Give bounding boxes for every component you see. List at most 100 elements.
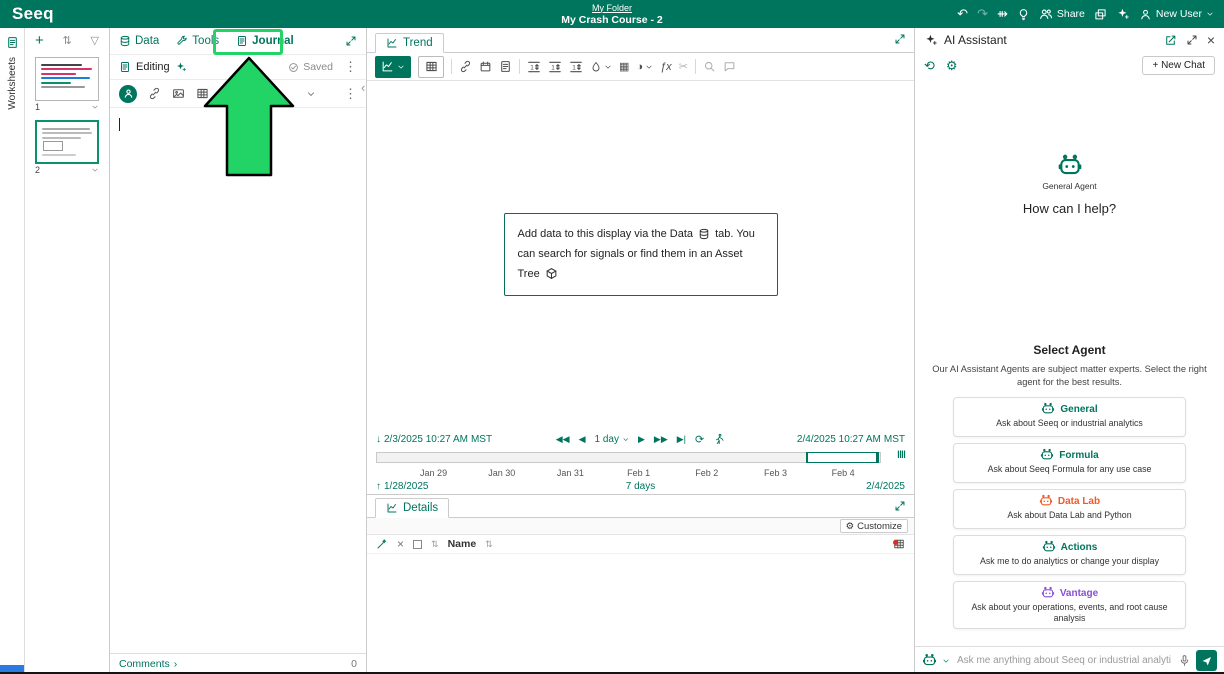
close-ai-icon[interactable]: × (1207, 32, 1215, 48)
refresh-icon[interactable]: ⟳ (695, 433, 704, 446)
remove-item-icon[interactable]: × (397, 537, 404, 551)
lightbulb-icon[interactable] (1017, 8, 1030, 21)
export-icon[interactable] (499, 60, 512, 73)
toolbar-overflow-icon[interactable]: ⋮ (344, 89, 357, 99)
agent-card-data-lab[interactable]: Data Lab Ask about Data Lab and Python (953, 489, 1186, 529)
duration-dropdown[interactable]: 1 day (595, 434, 629, 445)
chain-view-icon[interactable] (459, 60, 472, 73)
agent-selector-robot-icon[interactable] (922, 653, 937, 668)
sort-icon[interactable]: ⇅ (431, 539, 439, 550)
expand-trend-icon[interactable] (894, 33, 906, 45)
insert-table-icon[interactable] (196, 87, 209, 100)
expand-panel-icon[interactable] (345, 35, 357, 47)
more-formatting-chevron-icon[interactable] (306, 89, 316, 99)
tab-tools[interactable]: Tools (176, 35, 219, 47)
gridlines-toggle[interactable]: ▦ (619, 60, 629, 73)
collapse-journal-handle[interactable]: ‹ (361, 80, 365, 95)
worksheet-menu-chevron-icon[interactable] (91, 103, 99, 111)
tab-tools-label: Tools (192, 35, 219, 47)
document-icon (119, 61, 131, 73)
display-range-start[interactable]: ↓ 2/3/2025 10:27 AM MST (376, 434, 492, 445)
split-lanes-icon[interactable] (548, 60, 562, 74)
comments-toggle[interactable]: Comments › (119, 658, 177, 670)
agent-description: Ask about your operations, events, and r… (960, 602, 1179, 624)
ai-assist-sparkle-icon[interactable] (175, 61, 187, 73)
step-forward-icon[interactable]: ▶ (638, 434, 645, 445)
ai-sparkle-icon[interactable] (1116, 7, 1130, 21)
insert-image-icon[interactable] (172, 87, 185, 100)
wand-icon[interactable] (376, 538, 388, 550)
display-range-selector[interactable] (806, 452, 879, 463)
journal-editor[interactable] (110, 108, 366, 653)
tab-data[interactable]: Data (119, 35, 159, 47)
expand-details-icon[interactable] (894, 500, 906, 512)
ai-toolbar: ⟲ ⚙ + New Chat (915, 52, 1224, 79)
present-windows-icon[interactable] (1094, 8, 1107, 21)
add-column-icon[interactable] (893, 538, 905, 550)
ai-settings-gear-icon[interactable]: ⚙ (946, 58, 958, 74)
customize-button[interactable]: ⚙ Customize (840, 519, 908, 533)
ai-prompt-input[interactable] (955, 654, 1173, 667)
journal-menu-icon[interactable]: ⋮ (344, 62, 357, 72)
dimming-dropdown[interactable]: ◑ (636, 61, 653, 73)
insert-link-icon[interactable] (148, 87, 161, 100)
select-all-checkbox[interactable] (413, 540, 422, 549)
tab-details[interactable]: Details (375, 498, 449, 518)
worksheets-strip[interactable]: Worksheets (0, 28, 25, 674)
range-handles-icon[interactable]: ‖‖ (897, 450, 905, 461)
step-back-icon[interactable]: ◀ (579, 434, 586, 445)
user-badge-icon[interactable] (119, 85, 137, 103)
investigate-end[interactable]: 2/4/2025 (866, 481, 905, 492)
droplet-icon (590, 61, 602, 73)
user-menu[interactable]: New User (1139, 8, 1214, 21)
chevron-down-icon (604, 63, 612, 71)
trend-view-button[interactable] (375, 56, 411, 78)
trend-chart-icon (386, 37, 398, 49)
breadcrumb[interactable]: My Folder (592, 3, 632, 14)
notification-dot (893, 540, 898, 545)
step-forward-double-icon[interactable]: ▶▶ (654, 434, 668, 445)
details-table-body (367, 554, 914, 674)
agent-card-vantage[interactable]: Vantage Ask about your operations, event… (953, 581, 1186, 629)
microphone-icon[interactable] (1178, 654, 1191, 667)
send-button[interactable] (1196, 650, 1217, 671)
worksheet-thumbnail-2[interactable] (35, 120, 99, 164)
worksheet-menu-chevron-icon[interactable] (91, 166, 99, 174)
display-range-end[interactable]: 2/4/2025 10:27 AM MST (797, 434, 905, 445)
split-axes-icon[interactable] (569, 60, 583, 74)
capsule-time-icon[interactable] (479, 60, 492, 73)
tab-trend[interactable]: Trend (375, 33, 444, 53)
auto-update-icon[interactable] (713, 433, 725, 445)
trend-plot-area[interactable]: Add data to this display via the Data ta… (367, 81, 914, 430)
timeline-track[interactable] (376, 452, 881, 463)
open-in-window-icon[interactable] (1164, 34, 1177, 47)
agent-card-general[interactable]: General Ask about Seeq or industrial ana… (953, 397, 1186, 437)
agent-card-actions[interactable]: Actions Ask me to do analytics or change… (953, 535, 1186, 575)
undo-icon[interactable]: ↶ (957, 6, 968, 22)
customize-dropdown[interactable] (590, 61, 612, 73)
name-column-header[interactable]: Name (448, 538, 477, 550)
investigate-duration[interactable]: 7 days (626, 481, 655, 492)
table-view-button[interactable] (418, 56, 444, 78)
worksheet-thumbnail-1[interactable] (35, 57, 99, 101)
reorder-worksheets-icon[interactable]: ⇅ (63, 34, 72, 47)
new-chat-button[interactable]: + New Chat (1142, 56, 1215, 75)
skip-forward-icon[interactable]: ⇻ (997, 6, 1008, 22)
agent-card-formula[interactable]: Formula Ask about Seeq Formula for any u… (953, 443, 1186, 483)
step-back-double-icon[interactable]: ◀◀ (556, 434, 570, 445)
investigate-start[interactable]: ↑ 1/28/2025 (376, 481, 429, 492)
expand-ai-icon[interactable] (1186, 34, 1198, 46)
step-to-end-icon[interactable]: ▶| (677, 434, 686, 445)
trend-panel: Trend ▦ ◑ (367, 28, 915, 674)
tab-journal[interactable]: Journal (236, 35, 294, 47)
chart-icon (381, 60, 394, 73)
add-worksheet-button[interactable]: + (35, 35, 44, 47)
share-button[interactable]: Share (1039, 7, 1085, 21)
chevron-down-icon[interactable] (942, 657, 950, 665)
filter-worksheets-icon[interactable]: ▽ (91, 34, 99, 47)
one-lane-icon[interactable] (527, 60, 541, 74)
sort-icon[interactable]: ⇅ (485, 539, 493, 550)
seeq-logo: Seeq (0, 4, 66, 24)
function-references-icon[interactable]: ƒx (660, 61, 672, 73)
chat-history-icon[interactable]: ⟲ (924, 58, 935, 74)
